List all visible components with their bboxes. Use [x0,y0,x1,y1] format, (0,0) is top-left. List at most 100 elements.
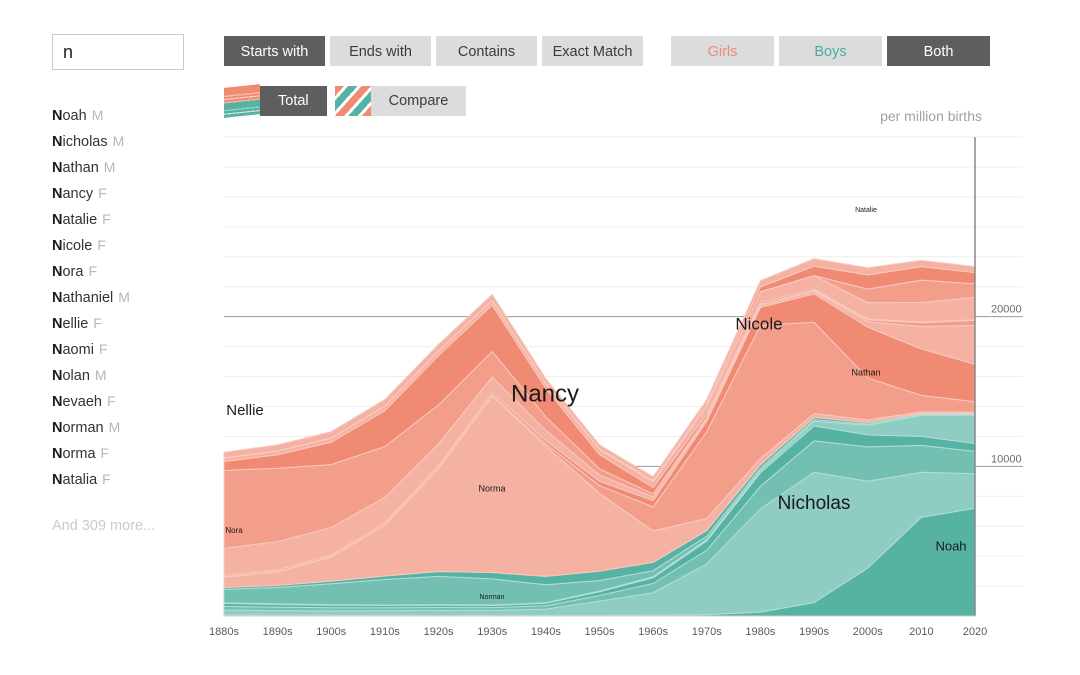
name-remainder: ellie [62,316,88,332]
name-list-item[interactable]: NormaF [52,440,212,466]
name-sex-tag: M [92,107,104,123]
stacked-stripes-swatch [224,84,260,118]
mode-button-label: Total [260,86,327,116]
match-button-contains[interactable]: Contains [436,36,537,66]
stream-band-label: Natalie [855,207,877,214]
name-remainder: ora [62,264,83,280]
name-list-item[interactable]: Natalia F [52,466,212,492]
stream-band[interactable] [224,426,975,608]
stream-band[interactable] [224,294,975,577]
x-tick-label: 1920s [424,626,454,638]
name-sex-tag: F [101,445,110,461]
name-initial: N [52,394,62,410]
name-remainder: orma [62,446,95,462]
x-tick-label: 1970s [692,626,722,638]
stream-band[interactable] [224,396,975,588]
mode-button-compare[interactable]: Compare [335,86,467,116]
x-tick-label: 1950s [585,626,615,638]
name-initial: N [52,420,62,436]
stream-band[interactable] [224,472,975,615]
stream-band[interactable] [224,290,975,548]
sex-button-both[interactable]: Both [887,36,990,66]
name-sex-tag: F [102,471,111,487]
name-sex-tag: M [109,419,121,435]
name-initial: N [52,160,62,176]
stream-band-label: Nicholas [778,493,851,514]
name-list-item[interactable]: Noah M [52,102,212,128]
name-initial: N [52,108,62,124]
display-mode-button-group: Total Compare [224,86,474,116]
name-list-item[interactable]: Nevaeh F [52,388,212,414]
name-remainder: icole [62,238,92,254]
x-tick-label: 2010 [909,626,933,638]
name-initial: N [52,316,62,332]
stream-band-label: Norma [478,483,505,493]
stream-band[interactable] [224,413,975,589]
stream-band[interactable] [224,275,975,481]
mode-button-total[interactable]: Total [224,86,327,116]
x-tick-label: 1900s [316,626,346,638]
stream-band[interactable] [224,415,975,605]
name-sex-tag: M [118,289,130,305]
stream-band-label: Nellie [226,402,264,419]
stream-band[interactable] [224,259,975,481]
stream-band[interactable] [224,276,975,488]
name-sex-tag: F [107,393,116,409]
stream-band[interactable] [224,441,975,611]
name-results-list: NoahMNicholasMNathanMNancyFNatalieFNicol… [52,102,212,492]
name-list-item[interactable]: NatalieF [52,206,212,232]
name-list-item[interactable]: NathanielM [52,284,212,310]
sex-button-girls[interactable]: Girls [671,36,774,66]
name-list-item[interactable]: NicholasM [52,128,212,154]
name-list-item[interactable]: NancyF [52,180,212,206]
y-tick-label: 20000 [991,304,1022,316]
sex-button-boys[interactable]: Boys [779,36,882,66]
name-initial: N [52,212,62,228]
x-tick-label: 1990s [799,626,829,638]
sidebar: NoahMNicholasMNathanMNancyFNatalieFNicol… [0,0,215,675]
name-list-item[interactable]: NaomiF [52,336,212,362]
name-remainder: atalia [62,472,97,488]
stream-band[interactable] [224,322,975,577]
name-remainder: aomi [62,342,93,358]
stream-band[interactable] [224,508,975,616]
stream-band[interactable] [224,414,975,605]
name-remainder: athaniel [62,290,113,306]
x-tick-label: 1980s [745,626,775,638]
name-remainder: atalie [62,212,97,228]
stream-band[interactable] [224,291,975,575]
name-list-item[interactable]: Norman M [52,414,212,440]
mode-button-label: Compare [371,86,467,116]
match-button-ends-with[interactable]: Ends with [330,36,431,66]
chart-axes [224,137,975,616]
name-initial: N [52,368,62,384]
name-remainder: oah [62,108,86,124]
name-list-item[interactable]: NolanM [52,362,212,388]
diagonal-stripes-swatch [335,86,371,116]
search-input[interactable] [52,34,184,70]
name-sex-tag: M [95,367,107,383]
y-axis-units-label: per million births [880,108,982,124]
name-remainder: evaeh [62,394,102,410]
x-tick-label: 2020 [963,626,987,638]
name-list-item[interactable]: NicoleF [52,232,212,258]
stream-band[interactable] [224,289,975,494]
x-tick-label: 1910s [370,626,400,638]
name-remainder: icholas [62,134,107,150]
name-list-item[interactable]: NellieF [52,310,212,336]
name-sex-tag: F [99,341,108,357]
name-remainder: ancy [62,186,93,202]
more-names-link[interactable]: And 309 more... [52,518,155,534]
name-sex-tag: F [97,237,106,253]
name-list-item[interactable]: NoraF [52,258,212,284]
chart-y-tick-labels: 1000020000 [991,304,1022,466]
name-initial: N [52,472,62,488]
name-sex-tag: F [98,185,107,201]
name-list-item[interactable]: NathanM [52,154,212,180]
match-button-starts-with[interactable]: Starts with [224,36,325,66]
match-button-exact-match[interactable]: Exact Match [542,36,643,66]
stream-band[interactable] [224,266,975,482]
name-remainder: orman [62,420,103,436]
stream-band-label: Norman [480,594,505,601]
name-remainder: athan [62,160,98,176]
